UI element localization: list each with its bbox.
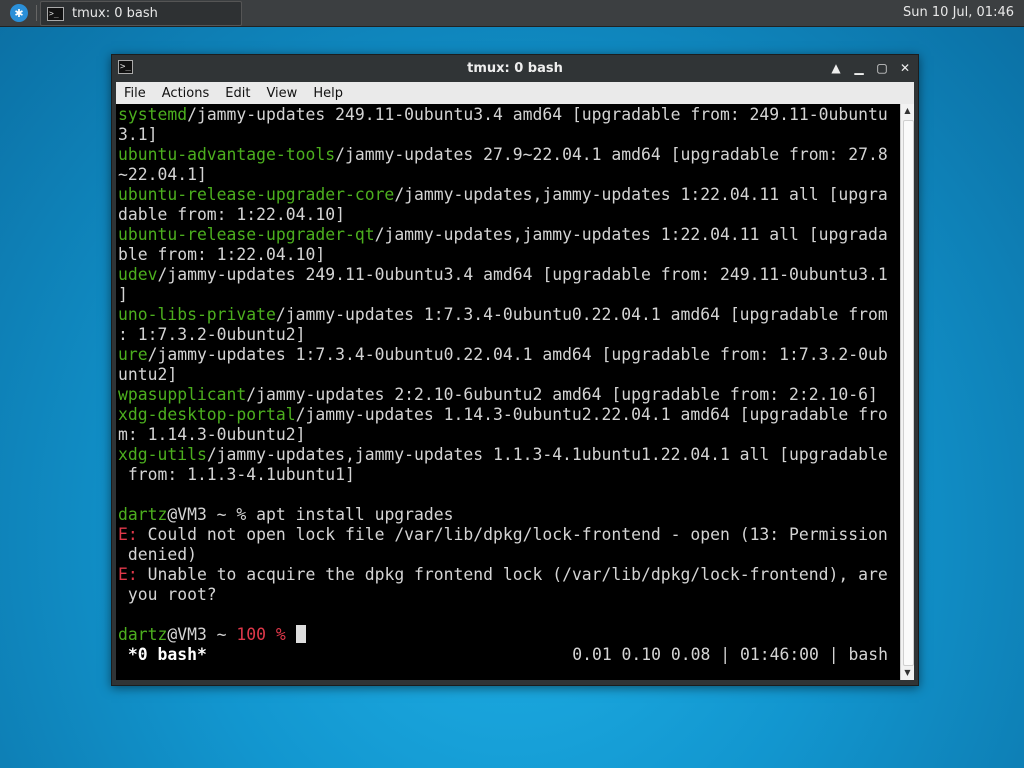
error-text: you root?	[118, 585, 217, 604]
package-info: from: 1.1.3-4.1ubuntu1]	[118, 465, 355, 484]
terminal-line: ubuntu-advantage-tools/jammy-updates 27.…	[118, 145, 888, 165]
tmux-status-right: 0.01 0.10 0.08 | 01:46:00 | bash	[572, 645, 888, 664]
error-text: Unable to acquire the dpkg frontend lock…	[137, 565, 888, 584]
prompt-trail	[286, 625, 296, 644]
error-text: Could not open lock file /var/lib/dpkg/l…	[137, 525, 888, 544]
package-name: udev	[118, 265, 158, 284]
package-info: /jammy-updates 1:7.3.4-0ubuntu0.22.04.1 …	[147, 345, 888, 364]
window-title: tmux: 0 bash	[467, 61, 563, 76]
package-info: /jammy-updates 1:7.3.4-0ubuntu0.22.04.1 …	[275, 305, 888, 324]
terminal-line: wpasupplicant/jammy-updates 2:2.10-6ubun…	[118, 385, 878, 405]
terminal-line: ble from: 1:22.04.10]	[118, 245, 325, 265]
package-info: dable from: 1:22.04.10]	[118, 205, 345, 224]
prompt-status: 100 %	[236, 625, 286, 644]
package-name: ubuntu-release-upgrader-qt	[118, 225, 375, 244]
package-info: /jammy-updates,jammy-updates 1:22.04.11 …	[394, 185, 888, 204]
terminal-line: ]	[118, 285, 128, 305]
package-name: uno-libs-private	[118, 305, 276, 324]
error-tag: E:	[118, 565, 138, 584]
error-tag: E:	[118, 525, 138, 544]
keep-above-icon[interactable]: ▲	[827, 59, 845, 77]
taskbar-item-terminal[interactable]: >_ tmux: 0 bash	[40, 1, 242, 26]
tmux-window-label: *0 bash*	[118, 645, 207, 664]
package-name: wpasupplicant	[118, 385, 247, 404]
package-info: /jammy-updates 2:2.10-6ubuntu2 amd64 [up…	[246, 385, 878, 404]
close-icon[interactable]: ✕	[896, 59, 914, 77]
error-line: E: Could not open lock file /var/lib/dpk…	[118, 525, 888, 545]
app-menu-icon[interactable]: ✱	[10, 4, 28, 22]
package-info: /jammy-updates 27.9~22.04.1 amd64 [upgra…	[335, 145, 888, 164]
terminal-line: m: 1.14.3-0ubuntu2]	[118, 425, 306, 445]
terminal-scrollbar[interactable]: ▲ ▼	[900, 104, 914, 680]
package-info: 3.1]	[118, 125, 158, 144]
text-cursor	[295, 625, 306, 643]
package-name: xdg-desktop-portal	[118, 405, 296, 424]
package-info: ~22.04.1]	[118, 165, 207, 184]
prompt-host: @VM3 ~ %	[167, 505, 257, 524]
prompt-host: @VM3 ~	[167, 625, 237, 644]
package-name: xdg-utils	[118, 445, 207, 464]
terminal-line: ubuntu-release-upgrader-core/jammy-updat…	[118, 185, 888, 205]
scroll-up-icon[interactable]: ▲	[901, 104, 914, 118]
package-info: ]	[118, 285, 128, 304]
command-text: apt install upgrades	[256, 505, 454, 524]
package-info: /jammy-updates 249.11-0ubuntu3.4 amd64 […	[187, 105, 888, 124]
terminal-icon: >_	[47, 6, 64, 21]
package-info: ble from: 1:22.04.10]	[118, 245, 326, 264]
menu-edit[interactable]: Edit	[217, 86, 258, 101]
menu-help[interactable]: Help	[305, 86, 351, 101]
terminal-line: dable from: 1:22.04.10]	[118, 205, 345, 225]
top-panel: ✱ >_ tmux: 0 bash Sun 10 Jul, 01:46	[0, 0, 1024, 26]
package-info: /jammy-updates 1.14.3-0ubuntu2.22.04.1 a…	[295, 405, 888, 424]
package-info: untu2]	[118, 365, 178, 384]
package-name: ubuntu-release-upgrader-core	[118, 185, 395, 204]
package-name: systemd	[118, 105, 188, 124]
scroll-down-icon[interactable]: ▼	[901, 666, 914, 680]
prompt-line: dartz@VM3 ~ 100 %	[118, 625, 306, 645]
menu-view[interactable]: View	[258, 86, 305, 101]
terminal-line: from: 1.1.3-4.1ubuntu1]	[118, 465, 355, 485]
window-titlebar[interactable]: >_ tmux: 0 bash ▲ ▁ ▢ ✕	[112, 55, 918, 82]
terminal-line: untu2]	[118, 365, 177, 385]
terminal-line: xdg-utils/jammy-updates,jammy-updates 1.…	[118, 445, 888, 465]
terminal-line: uno-libs-private/jammy-updates 1:7.3.4-0…	[118, 305, 888, 325]
prompt-user: dartz	[118, 505, 168, 524]
package-info: : 1:7.3.2-0ubuntu2]	[118, 325, 306, 344]
error-line: denied)	[118, 545, 197, 565]
menu-actions[interactable]: Actions	[154, 86, 218, 101]
terminal-line: udev/jammy-updates 249.11-0ubuntu3.4 amd…	[118, 265, 888, 285]
panel-clock[interactable]: Sun 10 Jul, 01:46	[903, 5, 1014, 20]
terminal-line: 3.1]	[118, 125, 157, 145]
terminal-line: ure/jammy-updates 1:7.3.4-0ubuntu0.22.04…	[118, 345, 888, 365]
package-name: ure	[118, 345, 148, 364]
terminal-window: >_ tmux: 0 bash ▲ ▁ ▢ ✕ File Actions Edi…	[111, 54, 919, 686]
maximize-icon[interactable]: ▢	[873, 59, 891, 77]
terminal-line: xdg-desktop-portal/jammy-updates 1.14.3-…	[118, 405, 888, 425]
package-info: /jammy-updates,jammy-updates 1.1.3-4.1ub…	[206, 445, 888, 464]
menu-file[interactable]: File	[116, 86, 154, 101]
package-info: /jammy-updates 249.11-0ubuntu3.4 amd64 […	[157, 265, 888, 284]
terminal-line: ~22.04.1]	[118, 165, 207, 185]
terminal-line: systemd/jammy-updates 249.11-0ubuntu3.4 …	[118, 105, 888, 125]
error-line: E: Unable to acquire the dpkg frontend l…	[118, 565, 888, 585]
package-info: /jammy-updates,jammy-updates 1:22.04.11 …	[374, 225, 888, 244]
panel-separator	[36, 5, 37, 21]
scrollbar-thumb[interactable]	[903, 120, 914, 666]
terminal-output[interactable]: systemd/jammy-updates 249.11-0ubuntu3.4 …	[116, 104, 900, 680]
tmux-status-bar: *0 bash* 0.01 0.10 0.08 | 01:46:00 | bash	[118, 645, 898, 665]
prompt-user: dartz	[118, 625, 168, 644]
error-text: denied)	[118, 545, 197, 564]
taskbar-item-label: tmux: 0 bash	[72, 6, 158, 21]
terminal-line: ubuntu-release-upgrader-qt/jammy-updates…	[118, 225, 888, 245]
prompt-line: dartz@VM3 ~ % apt install upgrades	[118, 505, 454, 525]
minimize-icon[interactable]: ▁	[850, 59, 868, 77]
package-name: ubuntu-advantage-tools	[118, 145, 336, 164]
terminal-line: : 1:7.3.2-0ubuntu2]	[118, 325, 306, 345]
package-info: m: 1.14.3-0ubuntu2]	[118, 425, 306, 444]
error-line: you root?	[118, 585, 217, 605]
menubar: File Actions Edit View Help	[116, 82, 914, 104]
